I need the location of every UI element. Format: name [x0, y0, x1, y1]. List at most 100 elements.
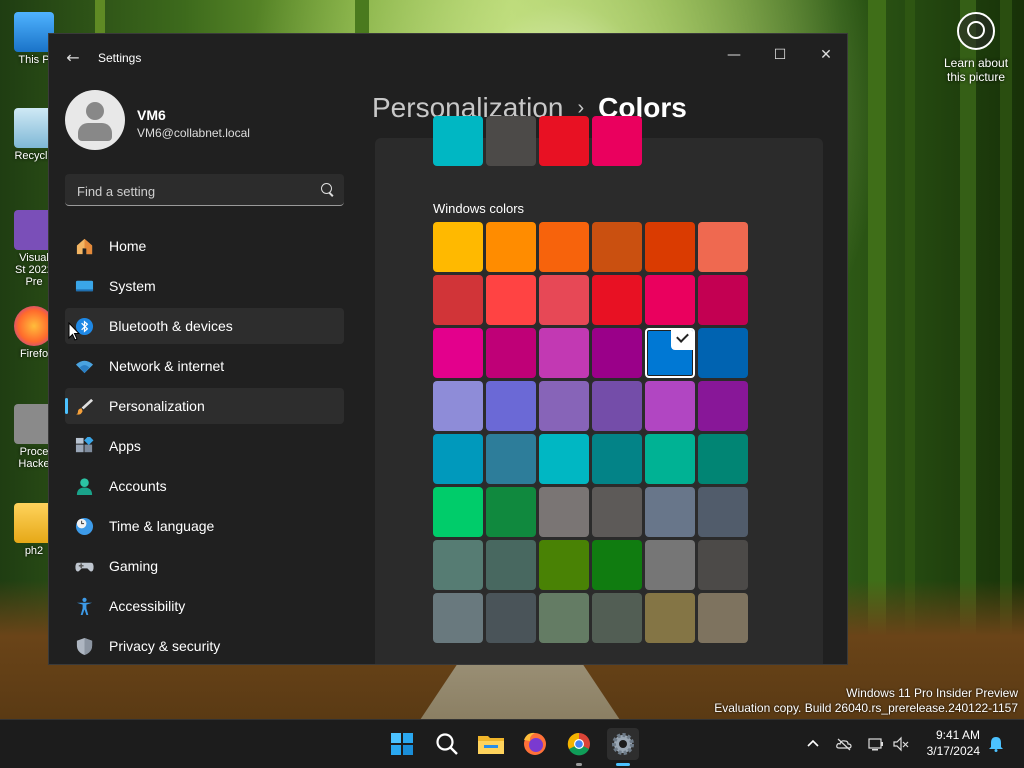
notification-bell-icon[interactable] [988, 736, 1004, 752]
color-swatch[interactable] [433, 540, 483, 590]
color-swatch[interactable] [433, 222, 483, 272]
taskbar-chrome[interactable] [563, 728, 595, 766]
color-swatch[interactable] [486, 487, 536, 537]
color-swatch[interactable] [486, 222, 536, 272]
system-clock[interactable]: 9:41 AM 3/17/2024 [927, 727, 980, 759]
chevron-up-icon[interactable] [805, 736, 821, 752]
color-swatch[interactable] [592, 487, 642, 537]
search-icon [436, 733, 458, 755]
color-swatch[interactable] [592, 222, 642, 272]
color-swatch[interactable] [592, 593, 642, 643]
back-arrow-icon[interactable]: ← [63, 48, 83, 68]
color-swatch[interactable] [645, 434, 695, 484]
recent-color-swatch[interactable] [592, 116, 642, 166]
volume-muted-icon[interactable] [893, 736, 909, 752]
color-swatch[interactable] [539, 275, 589, 325]
sidebar-item-label: Gaming [109, 558, 159, 574]
title-bar[interactable]: ← Settings — ☐ ✕ [49, 34, 847, 82]
sidebar-item-gaming[interactable]: Gaming [65, 548, 344, 584]
taskbar-file-explorer[interactable] [475, 728, 507, 760]
recent-color-swatch[interactable] [539, 116, 589, 166]
color-swatch[interactable] [592, 540, 642, 590]
color-swatch[interactable] [592, 381, 642, 431]
color-swatch[interactable] [486, 434, 536, 484]
color-swatch[interactable] [698, 540, 748, 590]
sidebar-item-label: Network & internet [109, 358, 225, 374]
recent-color-swatch[interactable] [486, 116, 536, 166]
color-swatch[interactable] [539, 222, 589, 272]
start-button[interactable] [386, 728, 418, 760]
sidebar-item-label: Privacy & security [109, 638, 221, 654]
color-swatch[interactable] [645, 381, 695, 431]
watermark-build: Evaluation copy. Build 26040.rs_prerelea… [714, 701, 1018, 715]
color-swatch[interactable] [486, 328, 536, 378]
close-button[interactable]: ✕ [803, 40, 847, 70]
sidebar-item-bluetooth[interactable]: Bluetooth & devices [65, 308, 344, 344]
color-swatch[interactable] [433, 275, 483, 325]
color-swatch[interactable] [592, 275, 642, 325]
color-swatch[interactable] [486, 540, 536, 590]
search-icon[interactable] [321, 183, 332, 194]
settings-icon [612, 733, 634, 755]
color-swatch[interactable] [433, 487, 483, 537]
color-swatch[interactable] [698, 275, 748, 325]
firefox-icon [524, 732, 546, 755]
color-swatch[interactable] [698, 593, 748, 643]
color-swatch[interactable] [433, 434, 483, 484]
sidebar-item-accounts[interactable]: Accounts [65, 468, 344, 504]
sidebar-item-label: System [109, 278, 156, 294]
windows-watermark: Windows 11 Pro Insider Preview Evaluatio… [714, 686, 1018, 716]
sidebar-item-privacy-security[interactable]: Privacy & security [65, 628, 344, 664]
wifi-icon [75, 360, 94, 374]
color-swatch[interactable] [486, 275, 536, 325]
color-swatch[interactable] [698, 487, 748, 537]
color-swatch[interactable] [645, 593, 695, 643]
color-swatch[interactable] [486, 593, 536, 643]
taskbar-firefox[interactable] [519, 728, 551, 760]
color-swatch[interactable] [539, 381, 589, 431]
color-swatch-selected[interactable] [645, 328, 695, 378]
recent-color-swatch[interactable] [433, 116, 483, 166]
sidebar-item-personalization[interactable]: Personalization [65, 388, 344, 424]
avatar[interactable] [65, 90, 125, 150]
color-swatch[interactable] [645, 275, 695, 325]
color-swatch[interactable] [698, 328, 748, 378]
sidebar-item-system[interactable]: System [65, 268, 344, 304]
color-swatch[interactable] [698, 381, 748, 431]
running-indicator [576, 763, 582, 766]
sidebar-item-network[interactable]: Network & internet [65, 348, 344, 384]
learn-about-picture[interactable]: Learn about this picture [934, 12, 1018, 84]
color-swatch[interactable] [645, 540, 695, 590]
sidebar-item-accessibility[interactable]: Accessibility [65, 588, 344, 624]
network-icon[interactable] [868, 736, 884, 752]
color-swatch[interactable] [486, 381, 536, 431]
color-swatch[interactable] [592, 434, 642, 484]
sidebar-item-label: Time & language [109, 518, 215, 534]
color-swatch[interactable] [433, 328, 483, 378]
color-swatch[interactable] [698, 222, 748, 272]
color-swatch[interactable] [645, 222, 695, 272]
minimize-button[interactable]: — [711, 40, 757, 70]
color-swatch[interactable] [539, 328, 589, 378]
search-box[interactable] [65, 174, 344, 206]
color-swatch[interactable] [539, 593, 589, 643]
color-swatch[interactable] [539, 434, 589, 484]
camera-icon [957, 12, 995, 50]
color-swatch[interactable] [433, 593, 483, 643]
color-swatch[interactable] [433, 381, 483, 431]
sidebar-item-home[interactable]: Home [65, 228, 344, 264]
color-swatch[interactable] [539, 487, 589, 537]
profile-name: VM6 [137, 107, 166, 123]
sidebar-item-apps[interactable]: Apps [65, 428, 344, 464]
color-swatch[interactable] [592, 328, 642, 378]
onedrive-offline-icon[interactable] [836, 736, 852, 752]
color-swatch[interactable] [698, 434, 748, 484]
taskbar-settings[interactable] [607, 728, 639, 766]
maximize-button[interactable]: ☐ [757, 40, 803, 70]
search-input[interactable] [75, 180, 309, 202]
color-swatch[interactable] [645, 487, 695, 537]
taskbar-search-button[interactable] [431, 728, 463, 760]
color-swatch[interactable] [539, 540, 589, 590]
sidebar-item-time-language[interactable]: Time & language [65, 508, 344, 544]
profile-email: VM6@collabnet.local [137, 126, 250, 140]
